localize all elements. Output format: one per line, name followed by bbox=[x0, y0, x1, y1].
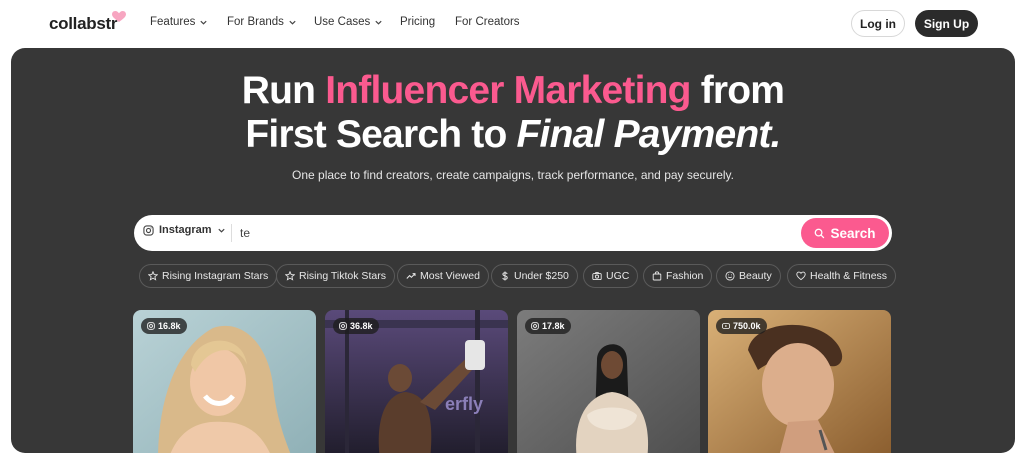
platform-select-label: Instagram bbox=[159, 224, 212, 236]
camera-icon bbox=[592, 271, 602, 281]
follower-badge: 36.8k bbox=[333, 318, 379, 334]
search-icon bbox=[815, 228, 825, 238]
follower-badge: 750.0k bbox=[716, 318, 767, 334]
search-divider bbox=[231, 224, 232, 242]
logo-heart-icon bbox=[112, 11, 126, 22]
chip-under-250[interactable]: Under $250 bbox=[491, 264, 578, 288]
trending-icon bbox=[406, 273, 416, 279]
creator-card[interactable]: erfly 36.8k bbox=[325, 310, 508, 453]
chip-fashion[interactable]: Fashion bbox=[643, 264, 713, 288]
creator-card[interactable]: 17.8k bbox=[517, 310, 700, 453]
nav-features-label: Features bbox=[150, 16, 196, 28]
chip-most-viewed[interactable]: Most Viewed bbox=[397, 264, 489, 288]
instagram-icon bbox=[531, 322, 539, 330]
hero-title-text: First Search to bbox=[245, 113, 517, 156]
follower-count: 16.8k bbox=[158, 321, 181, 331]
login-button[interactable]: Log in bbox=[851, 10, 905, 37]
search-button-label: Search bbox=[830, 225, 876, 241]
chip-label: Rising Instagram Stars bbox=[162, 270, 269, 282]
hero-subtitle: One place to find creators, create campa… bbox=[292, 168, 734, 182]
heart-icon bbox=[796, 271, 806, 281]
hero-title-line-2: First Search to Final Payment. bbox=[11, 114, 1015, 156]
hero-section: Run Influencer Marketing from First Sear… bbox=[11, 48, 1015, 453]
nav-for-brands[interactable]: For Brands bbox=[227, 16, 297, 28]
dollar-icon bbox=[502, 271, 508, 281]
hero-title-line-1: Run Influencer Marketing from bbox=[11, 70, 1015, 112]
bag-icon bbox=[652, 271, 662, 281]
star-icon bbox=[148, 271, 158, 281]
svg-text:erfly: erfly bbox=[445, 394, 483, 414]
follower-count: 750.0k bbox=[733, 321, 761, 331]
follower-badge: 17.8k bbox=[525, 318, 571, 334]
chip-label: UGC bbox=[606, 270, 630, 282]
instagram-icon bbox=[339, 322, 347, 330]
instagram-icon bbox=[143, 224, 154, 236]
nav-pricing-label: Pricing bbox=[400, 16, 436, 28]
chip-ugc[interactable]: UGC bbox=[583, 264, 639, 288]
search-bar: Instagram Search bbox=[134, 215, 892, 251]
logo[interactable]: collabstr bbox=[49, 14, 117, 34]
chip-beauty[interactable]: Beauty bbox=[716, 264, 781, 288]
creator-card[interactable]: 750.0k bbox=[708, 310, 891, 453]
follower-badge: 16.8k bbox=[141, 318, 187, 334]
nav-for-creators[interactable]: For Creators bbox=[455, 16, 520, 28]
nav-for-brands-label: For Brands bbox=[227, 16, 284, 28]
star-icon bbox=[285, 271, 295, 281]
chevron-down-icon bbox=[375, 20, 382, 25]
chip-label: Under $250 bbox=[514, 270, 569, 282]
follower-count: 36.8k bbox=[350, 321, 373, 331]
youtube-icon bbox=[722, 323, 730, 329]
chevron-down-icon bbox=[217, 228, 225, 233]
nav-use-cases[interactable]: Use Cases bbox=[314, 16, 383, 28]
chip-rising-instagram-stars[interactable]: Rising Instagram Stars bbox=[139, 264, 278, 288]
chip-label: Beauty bbox=[739, 270, 772, 282]
chip-rising-tiktok-stars[interactable]: Rising Tiktok Stars bbox=[276, 264, 395, 288]
search-button[interactable]: Search bbox=[801, 218, 889, 248]
search-input[interactable] bbox=[240, 223, 780, 243]
chip-label: Fashion bbox=[666, 270, 704, 282]
nav-pricing[interactable]: Pricing bbox=[400, 16, 435, 28]
signup-button[interactable]: Sign Up bbox=[915, 10, 978, 37]
follower-count: 17.8k bbox=[542, 321, 565, 331]
hero-title-accent: Influencer Marketing bbox=[325, 69, 691, 112]
platform-select[interactable]: Instagram bbox=[143, 224, 226, 236]
nav-use-cases-label: Use Cases bbox=[314, 16, 371, 28]
chip-label: Most Viewed bbox=[420, 270, 480, 282]
hero-title-italic: Final Payment. bbox=[516, 113, 782, 156]
hero-title-text: from bbox=[690, 69, 785, 112]
chip-health-fitness[interactable]: Health & Fitness bbox=[787, 264, 897, 288]
chip-label: Rising Tiktok Stars bbox=[299, 270, 386, 282]
creator-card[interactable]: 16.8k bbox=[133, 310, 316, 453]
smile-icon bbox=[725, 271, 735, 281]
nav-for-creators-label: For Creators bbox=[455, 16, 520, 28]
hero-title-text: Run bbox=[241, 69, 326, 112]
chevron-down-icon bbox=[289, 20, 296, 25]
nav-features[interactable]: Features bbox=[150, 16, 208, 28]
top-nav: collabstr Features For Brands Use Cases … bbox=[0, 0, 1024, 48]
chevron-down-icon bbox=[200, 20, 208, 25]
instagram-icon bbox=[147, 322, 155, 330]
chip-label: Health & Fitness bbox=[810, 270, 888, 282]
